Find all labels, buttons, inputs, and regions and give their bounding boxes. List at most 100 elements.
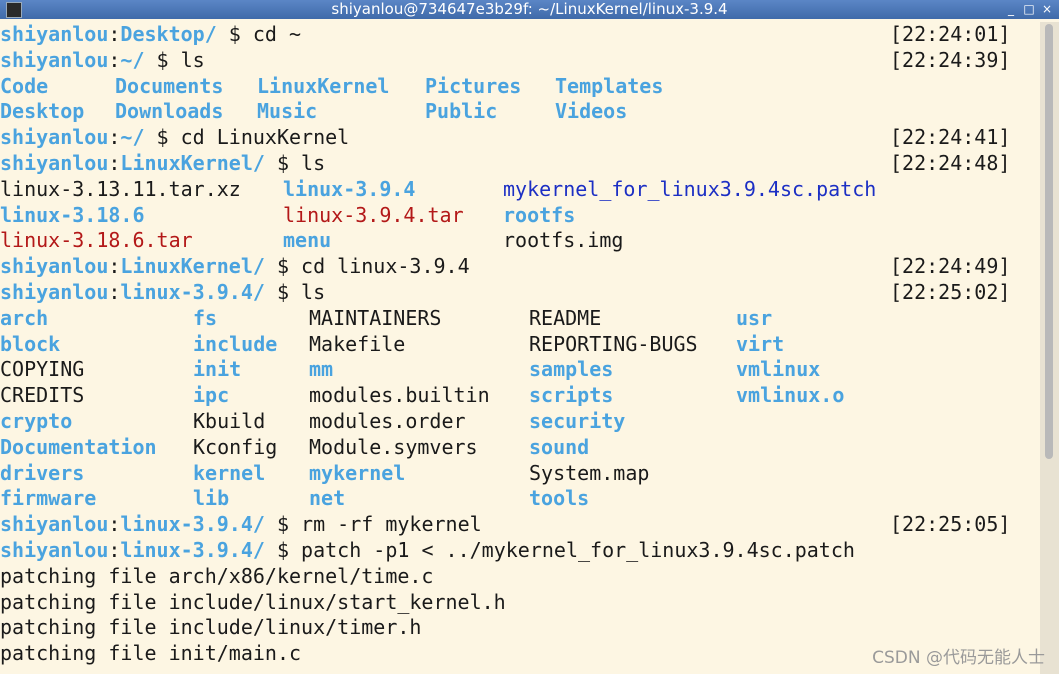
- command-text: rm -rf mykernel: [301, 512, 482, 537]
- terminal-app-icon: [6, 2, 22, 18]
- ls-entry-dir: kernel: [193, 460, 266, 485]
- prompt-user: shiyanlou: [0, 22, 109, 46]
- terminal-output[interactable]: shiyanlou:Desktop/ $ cd ~ [22:24:01] shiya…: [0, 22, 1040, 674]
- ls-entry-dir: sound: [529, 434, 590, 459]
- ls-entry-arc: linux-3.9.4.tar: [283, 202, 464, 227]
- ls-entry-dir: lib: [193, 486, 230, 511]
- minimize-button[interactable]: _: [1003, 2, 1019, 17]
- prompt-user: shiyanlou: [0, 537, 109, 562]
- ls-entry-dir: Downloads: [115, 99, 224, 124]
- ls-entry-dir: Documentation: [0, 434, 157, 459]
- timestamp: [22:24:41]: [890, 125, 1011, 150]
- ls-row: linux-3.18.6.tar menu rootfs.img: [0, 228, 1040, 254]
- ls-entry-file: Module.symvers: [309, 434, 478, 459]
- ls-entry-dir: linux-3.9.4: [283, 176, 416, 201]
- window-titlebar[interactable]: shiyanlou@734647e3b29f: ~/LinuxKernel/li…: [0, 0, 1059, 19]
- ls-entry-dir: Desktop: [0, 99, 85, 124]
- ls-entry-dir: net: [309, 486, 346, 511]
- ls-row: linux-3.13.11.tar.xz linux-3.9.4 mykernel_…: [0, 177, 1040, 203]
- ls-entry-dir: Documents: [115, 73, 224, 98]
- ls-row: crypto Kbuild modules.order security: [0, 409, 1040, 435]
- ls-entry-file: MAINTAINERS: [309, 305, 442, 330]
- prompt-path: linux-3.9.4/: [120, 279, 265, 304]
- ls-entry-file: CREDITS: [0, 383, 85, 408]
- ls-row: firmware lib net tools: [0, 486, 1040, 512]
- prompt-path: LinuxKernel/: [120, 150, 265, 175]
- ls-entry-dir: linux-3.18.6: [0, 202, 145, 227]
- ls-entry-dir: scripts: [529, 383, 614, 408]
- ls-row: block include Makefile REPORTING-BUGS virt: [0, 332, 1040, 358]
- scrollbar-thumb[interactable]: [1045, 24, 1053, 459]
- ls-entry-file: modules.builtin: [309, 383, 490, 408]
- ls-entry-dir: tools: [529, 486, 590, 511]
- prompt-path: ~/: [120, 47, 145, 72]
- ls-entry-dir: crypto: [0, 408, 73, 433]
- prompt-user: shiyanlou: [0, 47, 109, 72]
- ls-entry-dir: vmlinux.o: [736, 383, 845, 408]
- ls-entry-dir: Pictures: [425, 73, 522, 98]
- prompt-path: Desktop/: [120, 22, 217, 46]
- prompt-path: linux-3.9.4/: [120, 537, 265, 562]
- timestamp: [22:24:49]: [890, 254, 1011, 279]
- command-text: cd LinuxKernel: [180, 125, 350, 150]
- ls-row: CREDITS ipc modules.builtin scripts vmlinux.…: [0, 383, 1040, 409]
- ls-entry-dir: block: [0, 331, 61, 356]
- ls-entry-dir: init: [193, 357, 242, 382]
- maximize-button[interactable]: □: [1021, 2, 1037, 17]
- command-text: cd linux-3.9.4: [301, 254, 470, 279]
- window-title: shiyanlou@734647e3b29f: ~/LinuxKernel/li…: [331, 0, 728, 18]
- prompt-path: linux-3.9.4/: [120, 512, 265, 537]
- ls-row: drivers kernel mykernel System.map: [0, 461, 1040, 487]
- timestamp: [22:25:05]: [890, 512, 1011, 537]
- close-button[interactable]: ×: [1039, 2, 1055, 17]
- prompt-line: shiyanlou:linux-3.9.4/ $ ls [22:25:02]: [0, 279, 1011, 304]
- prompt-line: shiyanlou:linux-3.9.4/ $ rm -rf mykernel…: [0, 512, 1011, 537]
- ls-entry-file: System.map: [529, 460, 650, 485]
- ls-entry-dir: mm: [309, 357, 334, 382]
- ls-entry-dir: menu: [283, 228, 332, 253]
- ls-entry-dir: usr: [736, 305, 773, 330]
- timestamp: [22:24:01]: [890, 22, 1011, 46]
- prompt-user: shiyanlou: [0, 150, 109, 175]
- ls-entry-file: rootfs.img: [503, 228, 624, 253]
- command-text: cd ~: [252, 22, 302, 46]
- ls-entry-dir: Videos: [555, 99, 628, 124]
- ls-row: linux-3.18.6 linux-3.9.4.tar rootfs: [0, 203, 1040, 229]
- ls-entry-dir: Music: [257, 99, 318, 124]
- ls-entry-file: linux-3.13.11.tar.xz: [0, 176, 241, 201]
- command-text: ls: [180, 47, 205, 72]
- prompt-line: shiyanlou:LinuxKernel/ $ cd linux-3.9.4[…: [0, 254, 1011, 279]
- ls-entry-dir: fs: [193, 305, 218, 330]
- ls-entry-file: Kconfig: [193, 434, 278, 459]
- ls-entry-file: COPYING: [0, 357, 85, 382]
- prompt-user: shiyanlou: [0, 254, 109, 279]
- ls-entry-arc: linux-3.18.6.tar: [0, 228, 193, 253]
- ls-entry-file: modules.order: [309, 408, 466, 433]
- ls-row: Code Documents LinuxKernel Pictures Template…: [0, 74, 1040, 100]
- patch-output-line: patching file include/linux/start_kernel…: [0, 589, 506, 614]
- prompt-user: shiyanlou: [0, 125, 109, 150]
- ls-entry-dir: virt: [736, 331, 785, 356]
- ls-entry-dir: samples: [529, 357, 614, 382]
- command-text: patch -p1 < ../mykernel_for_linux3.9.4sc…: [301, 537, 855, 562]
- prompt-line: shiyanlou:~/ $ ls [22:24:39]: [0, 47, 1011, 72]
- ls-entry-dir: Templates: [555, 73, 664, 98]
- patch-output-line: patching file arch/x86/kernel/time.c: [0, 563, 434, 588]
- prompt-path: ~/: [120, 125, 145, 150]
- ls-entry-dir: Public: [425, 99, 498, 124]
- prompt-line: shiyanlou:Desktop/ $ cd ~ [22:24:01]: [0, 22, 1011, 46]
- ls-entry-dir: arch: [0, 305, 49, 330]
- ls-entry-dir: security: [529, 408, 626, 433]
- prompt-line: shiyanlou:linux-3.9.4/ $ patch -p1 < ../…: [0, 537, 855, 562]
- prompt-user: shiyanlou: [0, 512, 109, 537]
- prompt-line: shiyanlou:~/ $ cd LinuxKernel [22:24:41]: [0, 125, 1011, 150]
- command-text: ls: [301, 279, 326, 304]
- command-text: ls: [301, 150, 326, 175]
- prompt-user: shiyanlou: [0, 279, 109, 304]
- ls-entry-dir: include: [193, 331, 278, 356]
- ls-row: Desktop Downloads Music Public Videos: [0, 99, 1040, 125]
- ls-entry-file: Makefile: [309, 331, 406, 356]
- ls-entry-dir: Code: [0, 73, 49, 98]
- ls-entry-dir: vmlinux: [736, 357, 821, 382]
- scrollbar[interactable]: [1040, 22, 1059, 674]
